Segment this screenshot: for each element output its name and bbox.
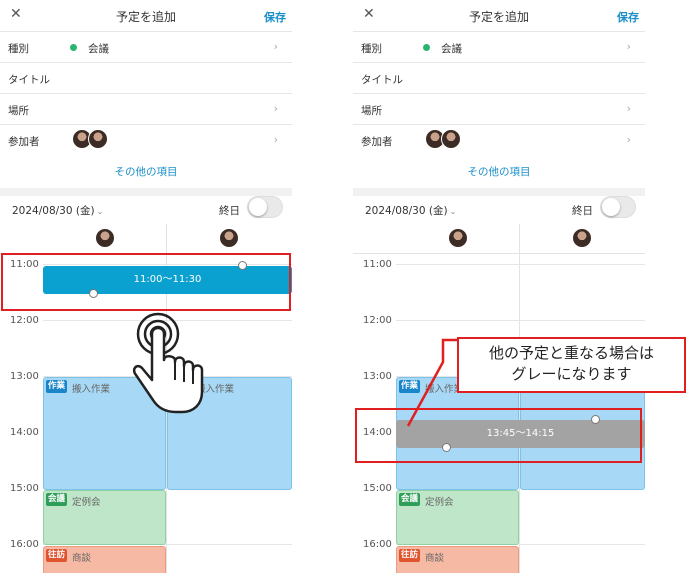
place-row[interactable]: 場所 ›	[353, 93, 645, 124]
highlight-box	[1, 253, 291, 311]
place-label: 場所	[361, 105, 382, 117]
type-label: 種別	[361, 43, 382, 55]
chevron-right-icon: ›	[273, 40, 278, 53]
hour-label: 16:00	[363, 539, 392, 550]
hour-line	[396, 264, 645, 265]
hour-label: 12:00	[363, 315, 392, 326]
header-bar: ✕ 予定を追加 保存	[0, 0, 292, 31]
type-row[interactable]: 種別 会議 ›	[353, 31, 645, 62]
chevron-down-icon: ⌄	[449, 207, 457, 216]
chevron-right-icon: ›	[626, 40, 631, 53]
phone-screen-left: ✕ 予定を追加 保存 種別 会議 › タイトル 場所 › 参加者 › その他の項…	[0, 0, 292, 573]
attendee-avatar	[95, 228, 115, 248]
date-selector[interactable]: 2024/08/30 (金) ⌄	[12, 203, 103, 218]
page-title: 予定を追加	[115, 10, 176, 24]
title-label: タイトル	[8, 74, 50, 86]
annotation-line1: 他の予定と重なる場合は	[488, 344, 654, 362]
chevron-right-icon: ›	[626, 133, 631, 146]
place-row[interactable]: 場所 ›	[0, 93, 292, 124]
hour-line	[396, 320, 645, 321]
date-selector[interactable]: 2024/08/30 (金) ⌄	[365, 203, 456, 218]
section-divider	[353, 188, 645, 196]
event-tag: 往訪	[399, 549, 421, 562]
event-tag: 作業	[46, 380, 68, 393]
chevron-right-icon: ›	[273, 133, 278, 146]
attendee-columns	[353, 224, 645, 254]
allday-toggle[interactable]	[247, 196, 283, 218]
event-meeting[interactable]: 会議 定例会	[396, 490, 519, 545]
header-bar: ✕ 予定を追加 保存	[353, 0, 645, 31]
phone-screen-right: ✕ 予定を追加 保存 種別 会議 › タイトル 場所 › 参加者 › その他の項…	[353, 0, 645, 573]
page-title: 予定を追加	[468, 10, 529, 24]
attendee-avatar	[88, 129, 108, 149]
event-name: 定例会	[72, 497, 101, 508]
allday-label: 終日	[572, 205, 593, 217]
section-divider	[0, 188, 292, 196]
attendee-avatar	[219, 228, 239, 248]
attendee-avatar	[572, 228, 592, 248]
hour-label: 14:00	[10, 427, 39, 438]
event-name: 商談	[72, 553, 92, 564]
type-color-dot	[70, 44, 77, 51]
attendee-columns	[0, 224, 292, 254]
callout-pointer	[406, 338, 457, 427]
title-row[interactable]: タイトル	[0, 62, 292, 93]
title-label: タイトル	[361, 74, 403, 86]
attendees-row[interactable]: 参加者 ›	[0, 124, 292, 155]
attendees-label: 参加者	[361, 136, 393, 148]
event-name: 商談	[425, 553, 445, 564]
more-items-link[interactable]: その他の項目	[353, 164, 645, 179]
attendees-label: 参加者	[8, 136, 40, 148]
attendee-avatar	[448, 228, 468, 248]
date-value: 2024/08/30 (金)	[365, 205, 448, 217]
event-name: 定例会	[425, 497, 454, 508]
hour-label: 13:00	[363, 371, 392, 382]
attendees-row[interactable]: 参加者 ›	[353, 124, 645, 155]
annotation-line2: グレーになります	[511, 365, 632, 383]
hour-label: 12:00	[10, 315, 39, 326]
chevron-down-icon: ⌄	[96, 207, 104, 216]
chevron-right-icon: ›	[626, 102, 631, 115]
date-value: 2024/08/30 (金)	[12, 205, 95, 217]
type-row[interactable]: 種別 会議 ›	[0, 31, 292, 62]
hour-label: 16:00	[10, 539, 39, 550]
save-button[interactable]: 保存	[617, 9, 639, 25]
event-tag: 往訪	[46, 549, 68, 562]
type-label: 種別	[8, 43, 29, 55]
hour-label: 15:00	[10, 483, 39, 494]
title-row[interactable]: タイトル	[353, 62, 645, 93]
hour-label: 11:00	[363, 259, 392, 270]
allday-label: 終日	[219, 205, 240, 217]
event-name: 搬入作業	[72, 384, 111, 395]
event-meeting[interactable]: 会議 定例会	[43, 490, 166, 545]
event-visit[interactable]: 往訪 商談	[43, 546, 166, 573]
attendee-avatar	[441, 129, 461, 149]
hour-label: 15:00	[363, 483, 392, 494]
type-value: 会議	[441, 43, 462, 55]
annotation-callout: 他の予定と重なる場合は グレーになります	[457, 337, 686, 393]
save-button[interactable]: 保存	[264, 9, 286, 25]
chevron-right-icon: ›	[273, 102, 278, 115]
place-label: 場所	[8, 105, 29, 117]
event-visit[interactable]: 往訪 商談	[396, 546, 519, 573]
event-tag: 会議	[399, 493, 421, 506]
event-tag: 会議	[46, 493, 68, 506]
more-items-link[interactable]: その他の項目	[0, 164, 292, 179]
tap-gesture-icon	[132, 312, 204, 414]
type-color-dot	[423, 44, 430, 51]
type-value: 会議	[88, 43, 109, 55]
highlight-box	[355, 408, 642, 463]
allday-toggle[interactable]	[600, 196, 636, 218]
hour-label: 13:00	[10, 371, 39, 382]
